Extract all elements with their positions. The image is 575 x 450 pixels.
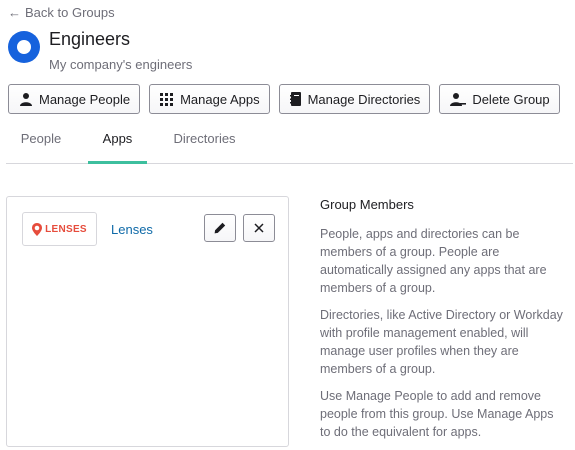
tab-people[interactable]: People xyxy=(6,124,76,164)
group-toolbar: Manage People Manage Apps Manage Directo… xyxy=(8,84,569,114)
arrow-left-icon: ← xyxy=(8,5,21,20)
group-apps-list: LENSES Lenses xyxy=(6,196,289,447)
manage-people-label: Manage People xyxy=(39,91,131,107)
person-icon xyxy=(20,93,32,106)
help-title: Group Members xyxy=(320,197,414,212)
tab-directories-label: Directories xyxy=(173,131,236,146)
group-description: My company's engineers xyxy=(49,57,193,72)
help-paragraph: Use Manage People to add and remove peop… xyxy=(320,389,554,439)
manage-people-button[interactable]: Manage People xyxy=(8,84,141,114)
manage-apps-label: Manage Apps xyxy=(180,91,260,107)
manage-directories-button[interactable]: Manage Directories xyxy=(278,84,431,114)
back-to-groups-link[interactable]: ← Back to Groups xyxy=(8,5,115,20)
manage-apps-button[interactable]: Manage Apps xyxy=(149,84,270,114)
edit-app-button[interactable] xyxy=(204,214,236,242)
help-paragraph: Directories, like Active Directory or Wo… xyxy=(320,308,563,376)
close-icon xyxy=(254,223,264,233)
grid-icon xyxy=(160,93,174,106)
map-pin-icon xyxy=(32,222,43,236)
app-name-link[interactable]: Lenses xyxy=(111,222,153,237)
tab-apps-label: Apps xyxy=(102,131,133,146)
manage-directories-label: Manage Directories xyxy=(307,91,421,107)
lenses-app-logo: LENSES xyxy=(22,212,97,246)
delete-group-button[interactable]: Delete Group xyxy=(439,84,560,114)
back-link-label: Back to Groups xyxy=(25,5,115,20)
group-members-help: Group Members People, apps and directori… xyxy=(320,197,565,450)
directory-book-icon xyxy=(289,92,301,106)
list-item: LENSES Lenses xyxy=(22,212,275,246)
tab-directories[interactable]: Directories xyxy=(162,124,247,164)
group-header: Engineers My company's engineers xyxy=(8,28,192,72)
pencil-icon xyxy=(214,222,226,234)
help-paragraph: People, apps and directories can be memb… xyxy=(320,227,547,295)
tab-people-label: People xyxy=(20,131,62,146)
delete-group-label: Delete Group xyxy=(472,91,550,107)
remove-person-icon xyxy=(450,93,467,106)
group-title: Engineers xyxy=(49,29,131,49)
tab-apps[interactable]: Apps xyxy=(88,124,147,164)
group-tabs: People Apps Directories xyxy=(6,124,573,164)
group-icon xyxy=(8,31,40,63)
remove-app-button[interactable] xyxy=(243,214,275,242)
lenses-logo-text: LENSES xyxy=(45,223,87,235)
